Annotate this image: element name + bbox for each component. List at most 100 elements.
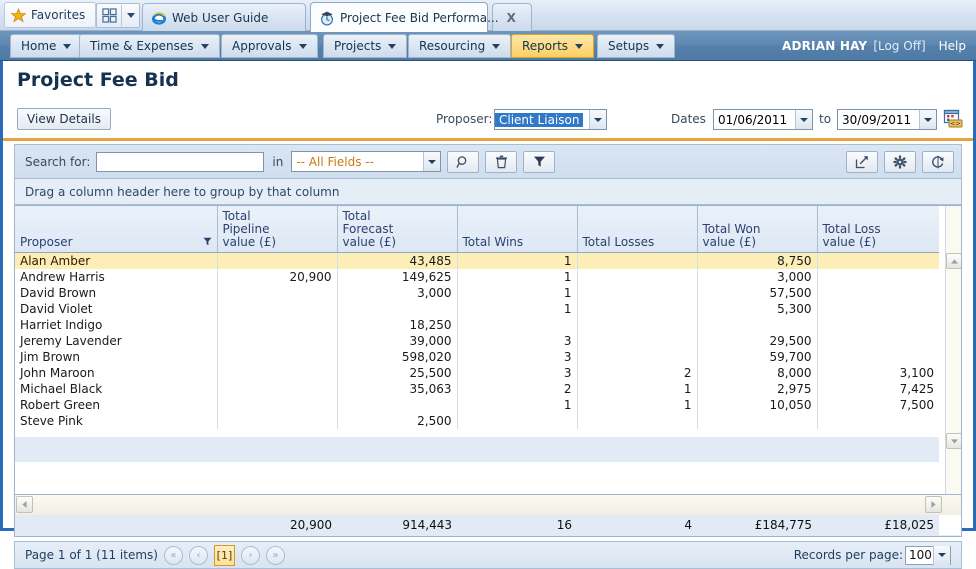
browser-tab-project-fee-bid[interactable]: Project Fee Bid Performa... X	[310, 2, 516, 32]
table-row[interactable]: Jeremy Lavender 39,000 3 29,500	[15, 332, 939, 349]
cell-total-loss-value: 7,500	[899, 397, 934, 412]
search-button[interactable]	[447, 150, 480, 173]
cell-total-forecast-value: 149,625	[337, 268, 458, 285]
export-button[interactable]	[846, 150, 878, 173]
chevron-down-icon	[388, 43, 397, 49]
chevron-down-icon[interactable]	[919, 110, 936, 129]
cell-total-pipeline-value	[217, 332, 338, 349]
grid-horizontal-scrollbar[interactable]	[14, 495, 962, 515]
menu-projects[interactable]: Projects	[323, 34, 408, 58]
column-header-proposer[interactable]: Proposer	[15, 206, 218, 253]
group-by-drop-area[interactable]: Drag a column header here to group by th…	[14, 179, 962, 205]
chevron-down-icon[interactable]	[127, 13, 135, 18]
cell-total-forecast-value	[337, 300, 458, 317]
table-row[interactable]: Andrew Harris 20,900 149,625 1 3,000	[15, 268, 939, 285]
cell-total-won-value: 59,700	[697, 348, 818, 365]
table-row[interactable]: John Maroon 25,500 3 2 8,000 3,100	[15, 364, 939, 381]
cell-total-won-value: 3,000	[697, 268, 818, 285]
column-header-total-losses[interactable]: Total Losses	[577, 206, 698, 253]
close-icon[interactable]: X	[507, 11, 516, 25]
header-line: Total	[342, 208, 371, 223]
scroll-down-button[interactable]	[946, 433, 961, 449]
cell-proposer: Harriet Indigo	[15, 316, 218, 333]
chevron-down-icon[interactable]	[795, 110, 812, 129]
cell-total-losses	[577, 348, 698, 365]
header-line: value (£)	[222, 234, 277, 249]
table-row[interactable]: Michael Black 35,063 2 1 2,975 7,425	[15, 380, 939, 397]
header-line: Forecast	[342, 221, 394, 236]
proposer-select[interactable]: Client Liaison	[494, 109, 607, 130]
log-off-link[interactable]: [Log Off]	[873, 39, 925, 53]
menu-setups[interactable]: Setups	[597, 34, 676, 58]
view-details-button[interactable]: View Details	[17, 108, 111, 130]
table-row[interactable]: David Violet 1 5,300	[15, 300, 939, 317]
table-row[interactable]: Alan Amber 43,485 1 8,750	[15, 252, 939, 269]
next-page-button[interactable]: ›	[240, 545, 260, 565]
scroll-left-button[interactable]	[16, 496, 33, 513]
chevron-down-icon[interactable]	[423, 152, 441, 171]
cell-total-losses: 1	[577, 396, 698, 413]
browser-tab-label: Project Fee Bid Performa...	[340, 10, 499, 25]
settings-button[interactable]	[884, 150, 916, 173]
total-pipeline: 20,900	[290, 518, 332, 532]
gear-icon	[893, 155, 907, 168]
menu-time-and-expenses[interactable]: Time & Expenses	[79, 34, 220, 58]
table-row[interactable]: David Brown 3,000 1 57,500	[15, 284, 939, 301]
last-page-button[interactable]: »	[265, 545, 285, 565]
browser-tab-bar: Favorites Web User Guide Project Fee Bid…	[0, 0, 976, 32]
date-from-input[interactable]: 01/06/2011	[713, 109, 813, 130]
column-header-total-wins[interactable]: Total Wins	[457, 206, 578, 253]
cell-total-forecast-value: 35,063	[337, 380, 458, 397]
date-from-value: 01/06/2011	[718, 112, 788, 127]
quick-tabs-button[interactable]	[96, 3, 140, 28]
help-link[interactable]: Help	[939, 39, 966, 53]
favorites-label: Favorites	[31, 8, 86, 22]
menu-resourcing[interactable]: Resourcing	[408, 34, 512, 58]
cell-proposer: David Violet	[15, 300, 218, 317]
refresh-button[interactable]	[922, 150, 954, 173]
favorites-button[interactable]: Favorites	[4, 2, 97, 28]
scroll-track[interactable]	[946, 269, 961, 433]
search-input[interactable]	[96, 151, 265, 172]
records-per-page-select[interactable]: 100	[905, 545, 951, 565]
cell-total-losses	[577, 412, 698, 429]
column-header-total-forecast-value[interactable]: Total Forecast value (£)	[337, 206, 458, 253]
chevron-left-icon	[22, 501, 27, 508]
clear-button[interactable]	[485, 150, 518, 173]
scroll-up-button[interactable]	[946, 253, 961, 269]
menu-approvals[interactable]: Approvals	[221, 34, 318, 58]
refresh-icon	[932, 155, 944, 168]
browser-tab-web-user-guide[interactable]: Web User Guide	[142, 3, 306, 31]
proposer-label: Proposer:	[436, 112, 493, 126]
table-row[interactable]: Harriet Indigo 18,250	[15, 316, 939, 333]
first-page-button[interactable]: «	[163, 545, 183, 565]
cell-total-won-value: 5,300	[697, 300, 818, 317]
date-to-input[interactable]: 30/09/2011	[837, 109, 937, 130]
menu-home[interactable]: Home	[10, 34, 83, 58]
cell-total-pipeline-value	[217, 412, 338, 429]
user-info: ADRIAN HAY [Log Off] Help	[782, 31, 966, 61]
cell-total-forecast-value: 39,000	[337, 332, 458, 349]
column-header-total-pipeline-value[interactable]: Total Pipeline value (£)	[217, 206, 338, 253]
column-header-total-won-value[interactable]: Total Won value (£)	[697, 206, 818, 253]
app-clock-icon	[321, 11, 333, 25]
page-1-button[interactable]: [1]	[213, 544, 235, 566]
table-row[interactable]: Steve Pink 2,500	[15, 412, 939, 429]
search-field-select[interactable]: -- All Fields --	[291, 151, 442, 172]
cell-total-wins: 3	[457, 332, 578, 349]
filter-button[interactable]	[523, 150, 556, 173]
cell-total-wins	[457, 412, 578, 429]
menu-reports[interactable]: Reports	[511, 34, 595, 58]
grid-vertical-scrollbar[interactable]	[945, 206, 961, 494]
table-row[interactable]: Robert Green 1 1 10,050 7,500	[15, 396, 939, 413]
scroll-right-button[interactable]	[925, 496, 942, 513]
column-header-total-loss-value[interactable]: Total Loss value (£)	[817, 206, 939, 253]
date-to-value: 30/09/2011	[842, 112, 912, 127]
date-range-picker-button[interactable]: <>	[943, 109, 963, 132]
header-line: value (£)	[822, 234, 877, 249]
chevron-down-icon[interactable]	[589, 110, 606, 129]
filter-icon[interactable]	[203, 237, 212, 246]
chevron-down-icon[interactable]	[933, 545, 950, 565]
prev-page-button[interactable]: ‹	[188, 545, 208, 565]
table-row[interactable]: Jim Brown 598,020 3 59,700	[15, 348, 939, 365]
